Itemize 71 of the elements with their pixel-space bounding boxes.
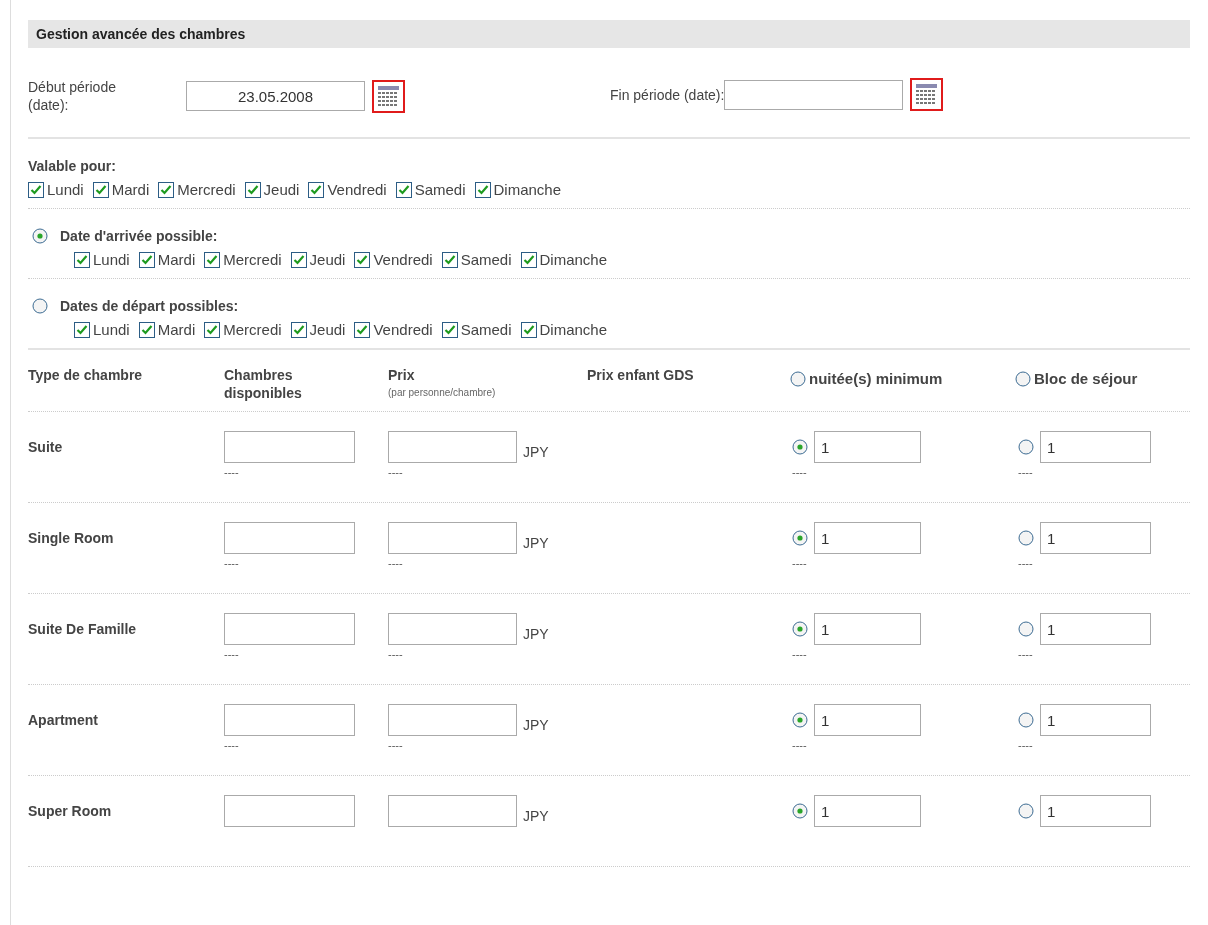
rooms-note: ---- [224,557,239,569]
day-label: Lundi [93,321,130,338]
currency-label: JPY [523,444,549,460]
value-field[interactable]: 1 [1040,522,1151,554]
room-type: Suite De Famille [28,621,138,637]
column-header: Chambres disponibles [224,367,302,401]
room-type: Single Room [28,530,115,546]
day-label: Dimanche [493,181,562,198]
value-note: ---- [1018,466,1033,478]
value-field[interactable]: 1 [814,613,921,645]
value-note: ---- [1018,739,1033,751]
value-note: ---- [792,557,807,569]
day-label: Vendredi [373,321,433,338]
room-type: Apartment [28,712,99,728]
day-label: Samedi [460,321,512,338]
currency-label: JPY [523,808,549,824]
value-field[interactable]: 1 [814,795,921,827]
price-note: ---- [388,739,403,751]
value-note: ---- [1018,557,1033,569]
rooms-note: ---- [224,466,239,478]
rooms-note: ---- [224,648,239,660]
price-note: ---- [388,648,403,660]
column-note: (par personne/chambre) [388,386,497,400]
day-label: Mardi [111,181,150,198]
price-note: ---- [388,557,403,569]
day-label: Mercredi [223,251,282,268]
currency-label: JPY [523,626,549,642]
column-header[interactable]: nuitée(s) minimum [790,370,1015,387]
day-label: Samedi [460,251,512,268]
currency-label: JPY [523,535,549,551]
room-type: Suite [28,439,64,455]
section-title: Gestion avancée des chambres [28,20,1190,48]
day-label: Jeudi [309,321,346,338]
column-header: Type de chambre [28,367,143,383]
day-label: Mardi [157,251,196,268]
currency-label: JPY [523,717,549,733]
value-field[interactable]: 1 [1040,613,1151,645]
value-field[interactable]: 1 [814,704,921,736]
column-header: Prix [388,367,415,383]
field-label: Début période (date): [28,78,117,114]
day-label: Mardi [157,321,196,338]
price-note: ---- [388,466,403,478]
value-field[interactable]: 1 [1040,795,1151,827]
value-field[interactable]: 1 [1040,704,1151,736]
day-label: Samedi [414,181,466,198]
value-field[interactable]: 1 [814,431,921,463]
day-label: Vendredi [373,251,433,268]
value-note: ---- [792,648,807,660]
section-label: Valable pour: [28,158,116,174]
field-label: Fin période (date): [610,85,725,104]
rooms-note: ---- [224,739,239,751]
day-label: Jeudi [263,181,300,198]
option-label: Date d'arrivée possible: [60,227,218,245]
value-field[interactable]: 1 [1040,431,1151,463]
day-label: Dimanche [539,321,608,338]
column-header[interactable]: Bloc de séjour [1015,370,1190,387]
day-label: Lundi [93,251,130,268]
value-field[interactable]: 1 [814,522,921,554]
value-note: ---- [792,466,807,478]
day-label: Mercredi [223,321,282,338]
day-label: Mercredi [177,181,236,198]
value-note: ---- [792,739,807,751]
day-label: Dimanche [539,251,608,268]
value-note: ---- [1018,648,1033,660]
date-field[interactable]: 23.05.2008 [186,81,365,111]
room-type: Super Room [28,803,113,819]
option-label: Dates de départ possibles: [60,297,239,315]
day-label: Jeudi [309,251,346,268]
column-header: Prix enfant GDS [587,367,694,383]
day-label: Lundi [47,181,84,198]
day-label: Vendredi [327,181,387,198]
